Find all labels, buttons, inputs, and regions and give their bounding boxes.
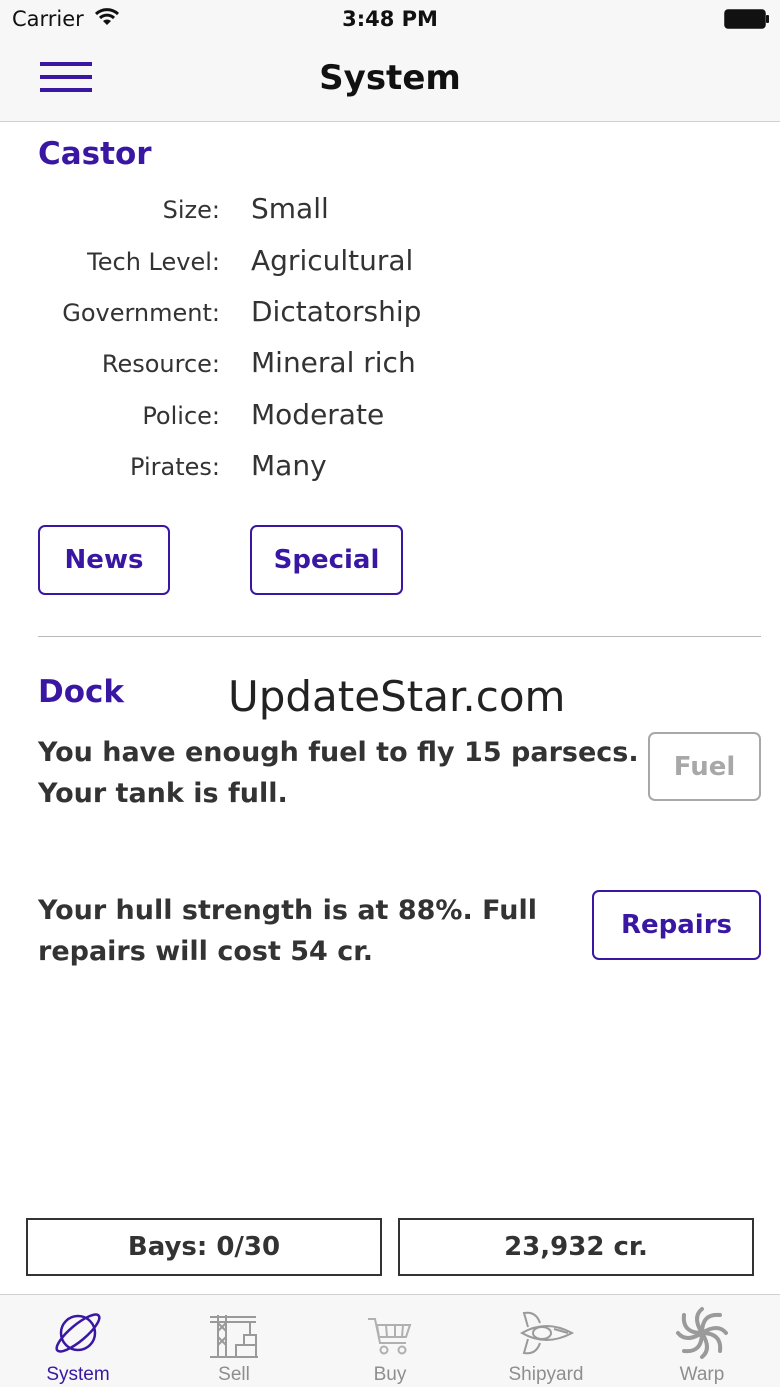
hull-status-line-1: Your hull strength is at 88%. Full: [38, 895, 537, 926]
hull-status-line-2: repairs will cost 54 cr.: [38, 936, 373, 967]
government-label: Government:: [62, 299, 220, 327]
police-label: Police:: [142, 402, 220, 430]
system-name: Castor: [38, 136, 152, 172]
cargo-bays-box: Bays: 0/30: [26, 1218, 382, 1276]
spiral-icon: [676, 1307, 728, 1359]
tab-bar: System Sell Buy Shipyard Warp: [0, 1294, 780, 1387]
page-title: System: [319, 58, 461, 98]
section-divider: [38, 636, 761, 637]
fuel-status-line-1: You have enough fuel to fly 15 parsecs.: [38, 737, 639, 768]
police-value: Moderate: [251, 398, 385, 431]
special-button[interactable]: Special: [250, 525, 403, 595]
clock-time: 3:48 PM: [342, 7, 438, 31]
tech-level-label: Tech Level:: [87, 248, 220, 276]
tab-shipyard[interactable]: Shipyard: [468, 1295, 624, 1387]
planet-icon: [55, 1313, 101, 1353]
navigation-bar: System: [0, 40, 780, 122]
repairs-button[interactable]: Repairs: [592, 890, 761, 960]
ship-icon: [520, 1311, 575, 1355]
tab-buy-label: Buy: [373, 1364, 407, 1385]
size-label: Size:: [162, 196, 220, 224]
size-value: Small: [251, 192, 329, 225]
tab-buy[interactable]: Buy: [312, 1295, 468, 1387]
battery-icon: [724, 9, 769, 29]
resource-value: Mineral rich: [251, 346, 416, 379]
resource-label: Resource:: [101, 350, 220, 378]
pirates-value: Many: [251, 449, 327, 482]
tab-shipyard-label: Shipyard: [508, 1364, 584, 1385]
tab-warp-label: Warp: [679, 1364, 725, 1385]
status-bar: Carrier 3:48 PM: [0, 0, 780, 40]
watermark-text: UpdateStar.com: [228, 672, 566, 721]
credits-box: 23,932 cr.: [398, 1218, 754, 1276]
pirates-label: Pirates:: [130, 453, 220, 481]
tech-level-value: Agricultural: [251, 244, 414, 277]
tab-sell-label: Sell: [218, 1364, 250, 1385]
government-value: Dictatorship: [251, 295, 422, 328]
tab-system[interactable]: System: [0, 1295, 156, 1387]
tab-sell[interactable]: Sell: [156, 1295, 312, 1387]
tab-warp[interactable]: Warp: [624, 1295, 780, 1387]
fuel-button[interactable]: Fuel: [648, 732, 761, 801]
fuel-status-line-2: Your tank is full.: [38, 778, 288, 809]
tab-system-label: System: [46, 1364, 110, 1385]
crane-icon: [210, 1315, 258, 1358]
news-button[interactable]: News: [38, 525, 170, 595]
dock-title: Dock: [38, 674, 125, 710]
cart-icon: [368, 1318, 412, 1355]
